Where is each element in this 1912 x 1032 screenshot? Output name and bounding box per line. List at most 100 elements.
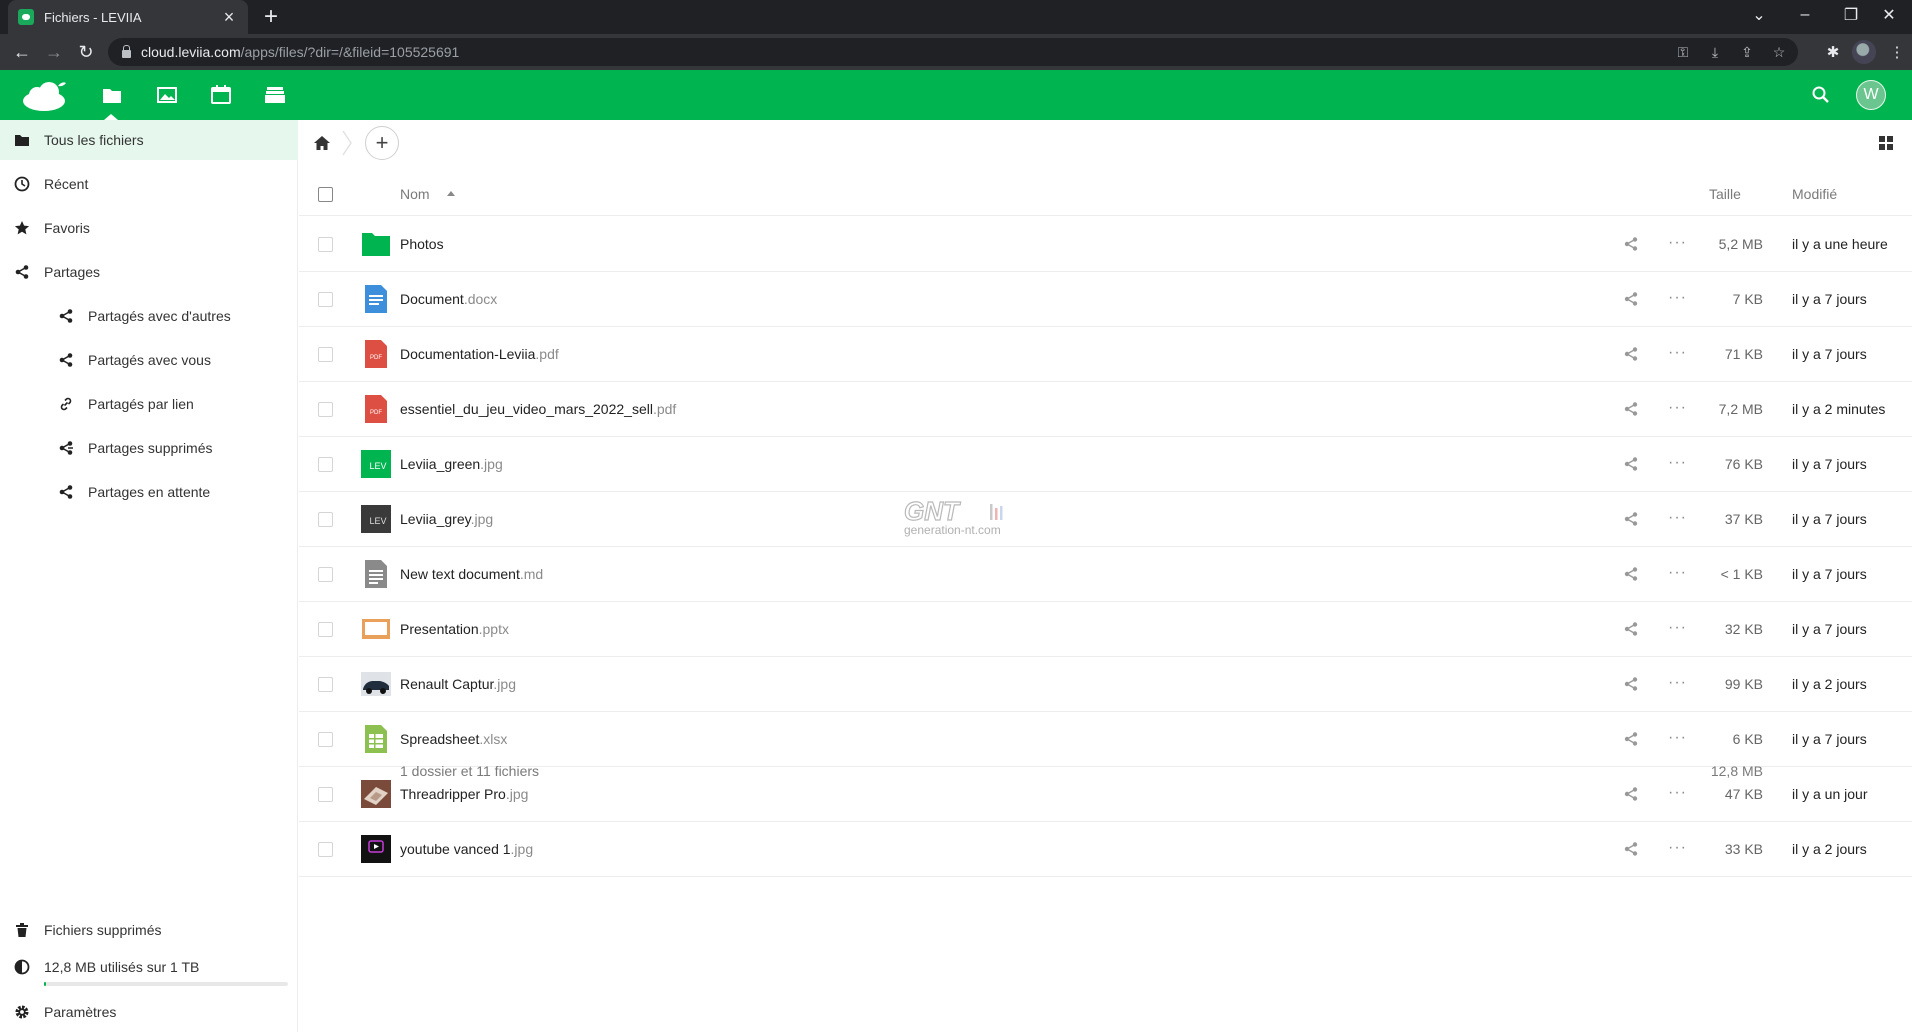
row-checkbox[interactable] [318, 842, 333, 857]
sidebar-item-deleted-files[interactable]: Fichiers supprimés [0, 910, 298, 950]
file-row[interactable]: PDF essentiel_du_jeu_video_mars_2022_sel… [299, 382, 1912, 437]
file-name[interactable]: Document.docx [400, 291, 497, 307]
grid-view-icon[interactable] [1878, 135, 1894, 151]
share-icon[interactable] [1623, 456, 1639, 472]
more-actions-icon[interactable]: ··· [1668, 509, 1687, 527]
share-icon[interactable] [1623, 676, 1639, 692]
file-row[interactable]: PDF Documentation-Leviia.pdf ··· 71 KB i… [299, 327, 1912, 382]
row-checkbox[interactable] [318, 347, 333, 362]
sidebar-item-deleted-shares[interactable]: Partages supprimés [0, 428, 298, 468]
row-checkbox[interactable] [318, 512, 333, 527]
leviia-logo-icon[interactable] [20, 80, 68, 112]
address-bar[interactable]: cloud.leviia.com/apps/files/?dir=/&filei… [108, 38, 1798, 66]
more-actions-icon[interactable]: ··· [1668, 564, 1687, 582]
file-name[interactable]: Leviia_green.jpg [400, 456, 503, 472]
file-row[interactable]: Presentation.pptx ··· 32 KB il y a 7 jou… [299, 602, 1912, 657]
bookmark-star-icon[interactable]: ☆ [1770, 42, 1788, 62]
share-icon[interactable] [1623, 841, 1639, 857]
extensions-icon[interactable]: ✱ [1822, 42, 1844, 64]
user-avatar[interactable]: W [1856, 80, 1886, 110]
share-icon[interactable] [1623, 346, 1639, 362]
file-name[interactable]: Documentation-Leviia.pdf [400, 346, 559, 362]
file-name[interactable]: essentiel_du_jeu_video_mars_2022_sell.pd… [400, 401, 676, 417]
row-checkbox[interactable] [318, 237, 333, 252]
share-icon[interactable] [1623, 401, 1639, 417]
photos-app-icon[interactable] [156, 84, 178, 106]
files-app-icon[interactable] [101, 84, 123, 106]
quota-pie-icon [14, 959, 30, 975]
clock-icon [14, 176, 30, 192]
share-icon[interactable] [1623, 511, 1639, 527]
search-icon[interactable] [1810, 84, 1832, 106]
file-row[interactable]: Renault Captur.jpg ··· 99 KB il y a 2 jo… [299, 657, 1912, 712]
sidebar-item-pending-shares[interactable]: Partages en attente [0, 472, 298, 512]
share-page-icon[interactable]: ⇪ [1738, 42, 1756, 62]
file-row[interactable]: youtube vanced 1.jpg ··· 33 KB il y a 2 … [299, 822, 1912, 877]
share-icon[interactable] [1623, 566, 1639, 582]
sidebar-item-all-files[interactable]: Tous les fichiers [0, 120, 298, 160]
sidebar-item-shared-with-others[interactable]: Partagés avec d'autres [0, 296, 298, 336]
more-actions-icon[interactable]: ··· [1668, 454, 1687, 472]
deck-app-icon[interactable] [264, 84, 286, 106]
file-name[interactable]: Renault Captur.jpg [400, 676, 516, 692]
file-name[interactable]: Photos [400, 236, 444, 252]
more-actions-icon[interactable]: ··· [1668, 839, 1687, 857]
tab-search-icon[interactable]: ⌄ [1736, 0, 1782, 30]
sidebar-item-favorites[interactable]: Favoris [0, 208, 298, 248]
row-checkbox[interactable] [318, 402, 333, 417]
file-row[interactable]: LEV Leviia_green.jpg ··· 76 KB il y a 7 … [299, 437, 1912, 492]
column-name-header[interactable]: Nom [400, 186, 430, 202]
calendar-app-icon[interactable] [210, 84, 232, 106]
row-checkbox[interactable] [318, 622, 333, 637]
share-icon [14, 264, 30, 280]
tab-close-icon[interactable]: × [220, 8, 238, 26]
file-name[interactable]: New text document.md [400, 566, 543, 582]
sidebar-item-label: Fichiers supprimés [44, 922, 162, 938]
more-actions-icon[interactable]: ··· [1668, 674, 1687, 692]
new-tab-button[interactable]: + [258, 4, 284, 30]
file-size: 32 KB [1724, 621, 1763, 637]
browser-profile-avatar[interactable] [1852, 40, 1876, 64]
svg-text:GNT: GNT [904, 496, 961, 526]
more-actions-icon[interactable]: ··· [1668, 344, 1687, 362]
column-size-header[interactable]: Taille [1709, 186, 1741, 202]
more-actions-icon[interactable]: ··· [1668, 289, 1687, 307]
share-icon[interactable] [1623, 236, 1639, 252]
reload-icon[interactable]: ↻ [74, 40, 98, 64]
sidebar-item-shared-by-link[interactable]: Partagés par lien [0, 384, 298, 424]
more-actions-icon[interactable]: ··· [1668, 234, 1687, 252]
row-checkbox[interactable] [318, 457, 333, 472]
file-name[interactable]: Leviia_grey.jpg [400, 511, 493, 527]
sidebar-item-shares[interactable]: Partages [0, 252, 298, 292]
minimize-icon[interactable]: – [1782, 0, 1828, 30]
share-icon[interactable] [1623, 621, 1639, 637]
sidebar-item-shared-with-you[interactable]: Partagés avec vous [0, 340, 298, 380]
forward-arrow-icon[interactable]: → [42, 40, 66, 64]
share-icon[interactable] [1623, 291, 1639, 307]
chrome-menu-icon[interactable]: ⋮ [1886, 42, 1908, 64]
back-arrow-icon[interactable]: ← [10, 40, 34, 64]
file-name[interactable]: youtube vanced 1.jpg [400, 841, 533, 857]
file-row[interactable]: LEV Leviia_grey.jpg ··· 37 KB il y a 7 j… [299, 492, 1912, 547]
row-checkbox[interactable] [318, 567, 333, 582]
new-file-button[interactable]: + [365, 126, 399, 160]
file-name[interactable]: Presentation.pptx [400, 621, 509, 637]
install-app-icon[interactable]: ⤓ [1706, 42, 1724, 62]
row-checkbox[interactable] [318, 677, 333, 692]
column-modified-header[interactable]: Modifié [1792, 186, 1837, 202]
row-checkbox[interactable] [318, 292, 333, 307]
sidebar-item-settings[interactable]: Paramètres [0, 992, 298, 1032]
key-icon[interactable]: ⚿ [1674, 42, 1692, 62]
browser-tab[interactable]: Fichiers - LEVIIA × [8, 0, 248, 34]
file-row[interactable]: Document.docx ··· 7 KB il y a 7 jours [299, 272, 1912, 327]
more-actions-icon[interactable]: ··· [1668, 619, 1687, 637]
file-row[interactable]: New text document.md ··· < 1 KB il y a 7… [299, 547, 1912, 602]
quota-label: 12,8 MB utilisés sur 1 TB [44, 959, 200, 975]
file-row[interactable]: Photos ··· 5,2 MB il y a une heure [299, 217, 1912, 272]
sidebar-item-recent[interactable]: Récent [0, 164, 298, 204]
home-icon[interactable] [313, 134, 331, 152]
close-window-icon[interactable]: ✕ [1866, 0, 1912, 30]
more-actions-icon[interactable]: ··· [1668, 399, 1687, 417]
file-size: 71 KB [1724, 346, 1763, 362]
select-all-checkbox[interactable] [318, 187, 333, 202]
